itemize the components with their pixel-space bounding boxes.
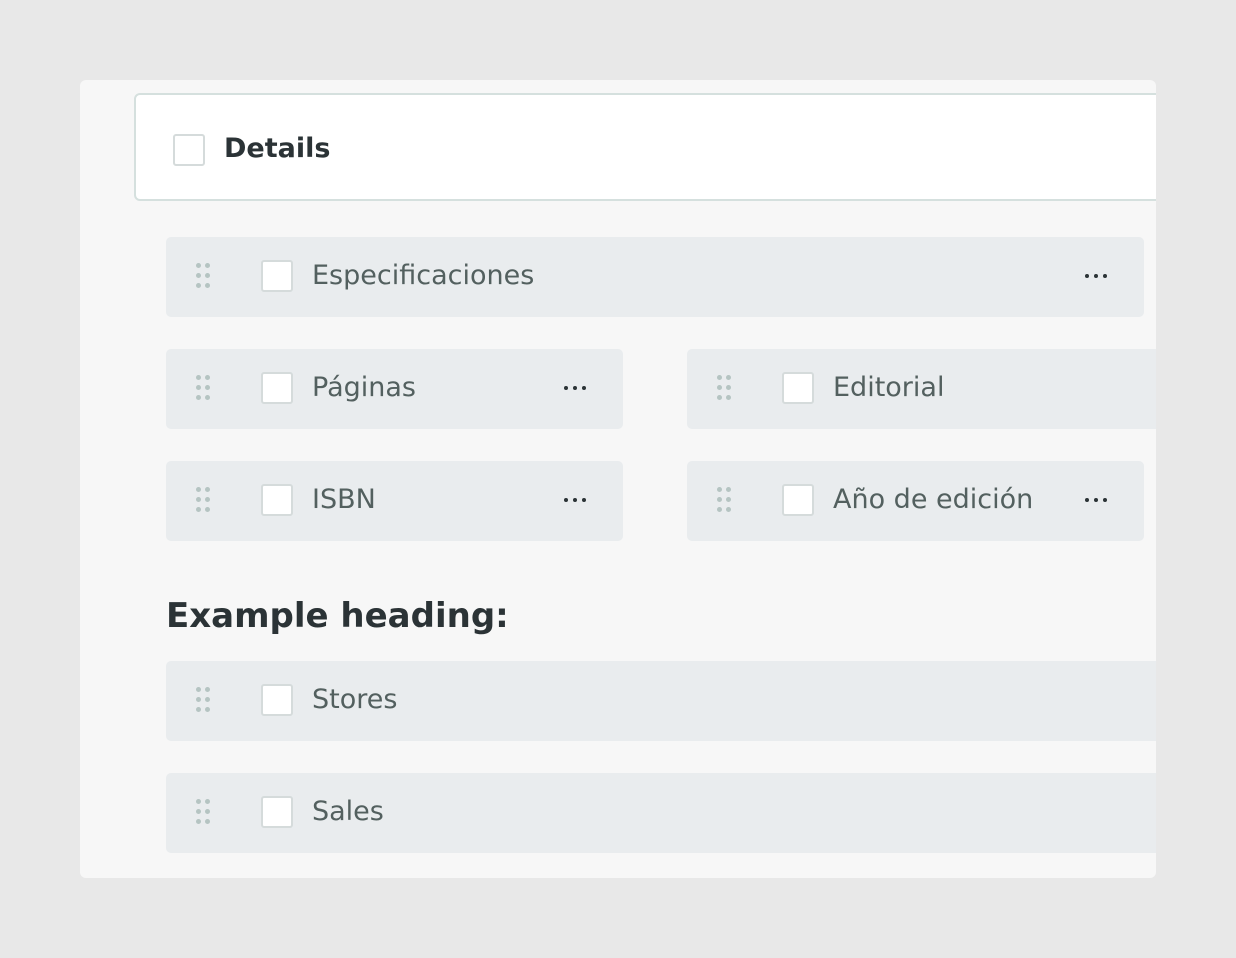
field-ano-de-edicion[interactable]: Año de edición: [687, 461, 1144, 541]
ellipsis-icon[interactable]: [1081, 487, 1111, 513]
field-stores[interactable]: Stores: [166, 661, 1156, 741]
field-checkbox[interactable]: [261, 796, 293, 828]
field-layout-panel: Details Especificaciones Páginas Editori…: [80, 80, 1156, 878]
drag-handle-icon[interactable]: [194, 375, 212, 403]
group-header-details[interactable]: Details: [134, 93, 1156, 201]
field-checkbox[interactable]: [261, 260, 293, 292]
drag-handle-icon[interactable]: [194, 799, 212, 827]
field-isbn[interactable]: ISBN: [166, 461, 623, 541]
ellipsis-icon[interactable]: [560, 487, 590, 513]
field-label: ISBN: [312, 484, 376, 515]
field-editorial[interactable]: Editorial: [687, 349, 1156, 429]
field-sales[interactable]: Sales: [166, 773, 1156, 853]
field-checkbox[interactable]: [261, 684, 293, 716]
ellipsis-icon[interactable]: [1081, 263, 1111, 289]
field-label: Especificaciones: [312, 260, 535, 291]
group-title: Details: [224, 133, 331, 164]
group-checkbox[interactable]: [173, 134, 205, 166]
field-label: Stores: [312, 684, 398, 715]
drag-handle-icon[interactable]: [715, 375, 733, 403]
field-checkbox[interactable]: [261, 372, 293, 404]
drag-handle-icon[interactable]: [194, 687, 212, 715]
field-checkbox[interactable]: [782, 484, 814, 516]
drag-handle-icon[interactable]: [194, 263, 212, 291]
section-heading: Example heading:: [166, 596, 509, 636]
field-label: Páginas: [312, 372, 416, 403]
field-especificaciones[interactable]: Especificaciones: [166, 237, 1144, 317]
field-paginas[interactable]: Páginas: [166, 349, 623, 429]
drag-handle-icon[interactable]: [715, 487, 733, 515]
field-label: Sales: [312, 796, 384, 827]
field-label: Año de edición: [833, 484, 1034, 515]
field-label: Editorial: [833, 372, 945, 403]
drag-handle-icon[interactable]: [194, 487, 212, 515]
field-checkbox[interactable]: [782, 372, 814, 404]
field-checkbox[interactable]: [261, 484, 293, 516]
ellipsis-icon[interactable]: [560, 375, 590, 401]
